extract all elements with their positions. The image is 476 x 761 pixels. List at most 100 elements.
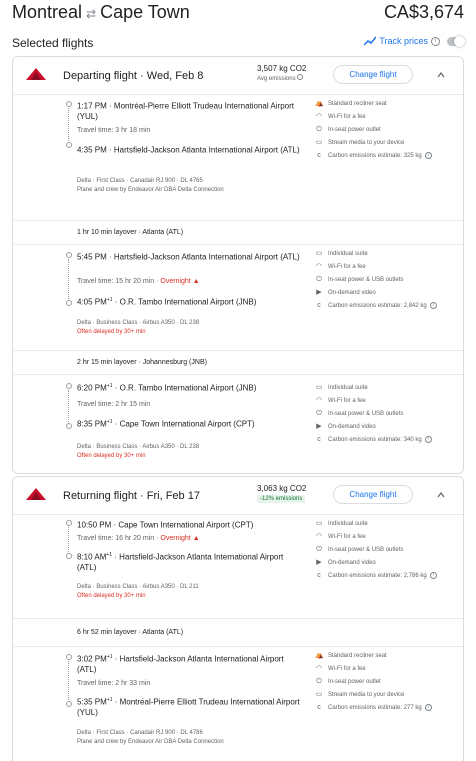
track-prices-label[interactable]: Track prices <box>379 36 428 46</box>
amenity-wifi: ◠ Wi-Fi for a fee <box>315 260 463 273</box>
amenity-co2: c Carbon emissions estimate: 277 kg i <box>315 701 463 714</box>
info-icon[interactable]: i <box>424 436 432 443</box>
wifi-icon: ◠ <box>315 262 323 270</box>
flight-leg: 5:45 PM · Hartsfield-Jackson Atlanta Int… <box>13 245 463 351</box>
amenity-label: Wi-Fi for a fee <box>328 665 366 672</box>
amenity-label: In-seat power outlet <box>328 678 381 685</box>
departure-dot <box>66 654 72 660</box>
amenity-label: On-demand video <box>328 559 376 566</box>
info-icon[interactable]: i <box>429 572 437 579</box>
dep-airport: Montréal-Pierre Elliott Trudeau Internat… <box>77 101 294 121</box>
flight-meta: Delta · Business Class · Airbus A350 · D… <box>77 319 199 337</box>
departure-dot <box>66 520 72 526</box>
amenity-label: Wi-Fi for a fee <box>328 533 366 540</box>
track-prices-toggle[interactable] <box>447 35 465 47</box>
amenity-co2: c Carbon emissions estimate: 340 kg i <box>315 433 463 446</box>
amenity-label: Individual suite <box>328 384 368 391</box>
total-price: CA$3,674 <box>383 2 464 22</box>
travel-time-label: Travel time: 15 hr 20 min <box>77 278 155 285</box>
returning-co2: 3,063 kg CO2 -12% emissions <box>257 484 306 503</box>
power-plug-icon: ⏻ <box>316 545 322 553</box>
amenity-label: Wi-Fi for a fee <box>328 263 366 270</box>
arrival-info: 8:10 AM+1 · Hartsfield-Jackson Atlanta I… <box>77 552 284 572</box>
info-icon[interactable] <box>297 74 304 80</box>
amenity-label: On-demand video <box>328 289 376 296</box>
amenity-power: ⏻ In-seat power & USB outlets <box>315 543 463 556</box>
departing-title: Departing flight · Wed, Feb 8 <box>63 70 204 82</box>
amenity-wifi: ◠ Wi-Fi for a fee <box>315 394 463 407</box>
power-plug-icon: ⏻ <box>316 409 322 417</box>
seat-icon: ⛺ <box>315 651 324 659</box>
info-icon[interactable]: i <box>424 704 432 711</box>
overnight-label: Overnight <box>160 535 191 542</box>
travel-time-label: Travel time: 16 hr 20 min <box>77 535 155 542</box>
co2-sub-label: Avg emissions <box>257 76 296 82</box>
info-icon[interactable]: i <box>431 36 440 46</box>
amenity-seat: ▭ Individual suite <box>315 381 463 394</box>
amenity-label: Stream media to your device <box>328 691 405 698</box>
co2-icon: c <box>317 703 321 711</box>
trip-header: Montreal ⇄ Cape Town CA$3,674 <box>12 0 464 26</box>
amenity-label: Carbon emissions estimate: 2,786 kg <box>328 572 427 579</box>
flight-meta: Delta · Business Class · Airbus A350 · D… <box>77 583 199 601</box>
power-plug-icon: ⏻ <box>316 275 322 283</box>
origin-city: Montreal <box>12 2 83 22</box>
amenities-list: ▭ Individual suite ◠ Wi-Fi for a fee ⏻ In-s… <box>315 247 463 312</box>
arr-airport: Cape Town International Airport (CPT) <box>119 419 255 429</box>
track-prices[interactable]: Track prices i <box>364 35 465 47</box>
flight-details: Delta · First Class · Canadair RJ 900 · … <box>77 178 203 184</box>
layover-row: 2 hr 15 min layover · Johannesburg (JNB) <box>13 351 463 375</box>
suite-icon: ▭ <box>315 383 323 391</box>
travel-time: Travel time: 3 hr 18 min <box>77 127 151 134</box>
departure-info: 6:20 PM+1 · O.R. Tambo International Air… <box>77 383 257 393</box>
info-icon[interactable]: i <box>429 302 437 309</box>
amenity-media: ▭ Stream media to your device <box>315 688 463 701</box>
timeline-line <box>68 390 69 422</box>
amenity-label: In-seat power & USB outlets <box>328 546 404 553</box>
flight-leg: 1:17 PM · Montréal-Pierre Elliott Trudea… <box>13 95 463 221</box>
trend-icon <box>364 36 377 46</box>
layover-row: 1 hr 10 min layover · Atlanta (ATL) <box>13 221 463 245</box>
change-returning-button[interactable]: Change flight <box>333 485 413 504</box>
flight-meta: Delta · First Class · Canadair RJ 900 · … <box>77 729 224 747</box>
video-icon: ▶ <box>316 558 322 566</box>
amenity-co2: c Carbon emissions estimate: 325 kg i <box>315 149 463 162</box>
amenity-power: ⏻ In-seat power outlet <box>315 123 463 136</box>
amenity-label: Carbon emissions estimate: 277 kg <box>328 704 422 711</box>
arrival-dot <box>66 142 72 148</box>
stream-icon: ▭ <box>315 690 323 698</box>
arrival-dot <box>66 701 72 707</box>
amenity-seat: ⛺ Standard recliner seat <box>315 97 463 110</box>
amenity-label: Carbon emissions estimate: 325 kg <box>328 152 422 159</box>
arr-day-offset: +1 <box>106 297 113 303</box>
info-icon[interactable]: i <box>424 152 432 159</box>
dep-time: 5:45 PM <box>77 252 107 262</box>
arr-airport: O.R. Tambo International Airport (JNB) <box>119 297 257 307</box>
amenity-seat: ▭ Individual suite <box>315 247 463 260</box>
amenity-seat: ⛺ Standard recliner seat <box>315 649 463 662</box>
amenity-wifi: ◠ Wi-Fi for a fee <box>315 530 463 543</box>
chevron-up-icon[interactable] <box>437 71 445 79</box>
amenity-label: In-seat power outlet <box>328 126 381 133</box>
dep-time: 6:20 PM <box>77 383 107 393</box>
arrival-info: 8:35 PM+1 · Cape Town International Airp… <box>77 419 255 429</box>
power-plug-icon: ⏻ <box>316 125 322 133</box>
co2-value: 3,507 kg CO2 <box>257 64 307 73</box>
change-departing-button[interactable]: Change flight <box>333 65 413 84</box>
departing-co2: 3,507 kg CO2 Avg emissions <box>257 64 306 82</box>
chevron-up-icon[interactable] <box>437 491 445 499</box>
arr-airport: Hartsfield-Jackson Atlanta International… <box>113 145 300 155</box>
wifi-icon: ◠ <box>315 396 323 404</box>
departure-info: 3:02 PM+1 · Hartsfield-Jackson Atlanta I… <box>77 654 284 674</box>
amenity-label: Wi-Fi for a fee <box>328 397 366 404</box>
arrival-info: 5:35 PM+1 · Montréal-Pierre Elliott Trud… <box>77 697 300 717</box>
arrival-dot <box>66 553 72 559</box>
amenity-wifi: ◠ Wi-Fi for a fee <box>315 662 463 675</box>
amenity-label: Individual suite <box>328 520 368 527</box>
arr-time: 4:35 PM <box>77 145 107 155</box>
arr-time: 5:35 PM <box>77 697 107 707</box>
departure-info: 10:50 PM · Cape Town International Airpo… <box>77 520 254 530</box>
amenity-label: In-seat power & USB outlets <box>328 410 404 417</box>
suite-icon: ▭ <box>315 249 323 257</box>
arrival-dot <box>66 300 72 306</box>
